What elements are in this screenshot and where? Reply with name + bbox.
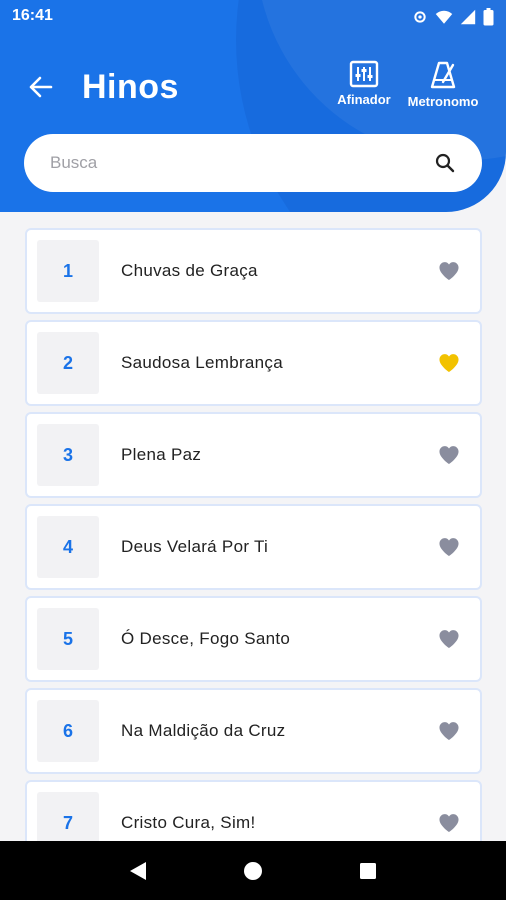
signal-icon <box>460 9 476 30</box>
hymn-title: Saudosa Lembrança <box>121 353 283 372</box>
hymn-title: Chuvas de Graça <box>121 261 258 280</box>
status-time: 16:41 <box>12 7 53 24</box>
heart-icon[interactable] <box>436 718 462 744</box>
hymn-list: 1 Chuvas de Graça 2 Saudosa Lembrança 3 … <box>25 228 482 841</box>
search-input[interactable] <box>24 134 430 192</box>
arrow-left-icon <box>29 76 53 98</box>
hymn-title: Deus Velará Por Ti <box>121 537 269 556</box>
page-title: Hinos <box>82 68 179 106</box>
wifi-icon <box>435 9 453 30</box>
hymn-row[interactable]: 5 Ó Desce, Fogo Santo <box>25 596 482 682</box>
back-button[interactable] <box>24 70 58 104</box>
home-circle-icon <box>243 861 262 880</box>
search-bar <box>24 134 482 192</box>
hymn-row[interactable]: 3 Plena Paz <box>25 412 482 498</box>
heart-icon[interactable] <box>436 810 462 836</box>
hymn-row[interactable]: 7 Cristo Cura, Sim! <box>25 780 482 841</box>
search-icon[interactable] <box>430 148 460 178</box>
tuner-button[interactable]: Afinador <box>334 60 394 107</box>
hymn-number: 7 <box>37 792 99 841</box>
hymn-number: 2 <box>37 332 99 394</box>
hymn-number: 4 <box>37 516 99 578</box>
nav-back-button[interactable] <box>118 851 158 891</box>
hymn-number: 3 <box>37 424 99 486</box>
metronome-button[interactable]: Metronomo <box>403 60 483 109</box>
hymn-row[interactable]: 2 Saudosa Lembrança <box>25 320 482 406</box>
hymn-title: Plena Paz <box>121 445 202 464</box>
hymn-row[interactable]: 1 Chuvas de Graça <box>25 228 482 314</box>
battery-icon <box>483 8 494 31</box>
back-triangle-icon <box>129 861 146 880</box>
system-nav-bar <box>0 841 506 900</box>
hymn-title: Na Maldição da Cruz <box>121 721 286 740</box>
tuner-label: Afinador <box>337 92 391 107</box>
heart-icon[interactable] <box>436 626 462 652</box>
hymn-title: Cristo Cura, Sim! <box>121 813 256 832</box>
nav-home-button[interactable] <box>233 851 273 891</box>
recents-square-icon <box>360 862 377 879</box>
hymn-number: 1 <box>37 240 99 302</box>
metronome-label: Metronomo <box>407 94 479 109</box>
hymn-number: 5 <box>37 608 99 670</box>
hymn-title: Ó Desce, Fogo Santo <box>121 629 291 648</box>
heart-icon[interactable] <box>436 442 462 468</box>
tuner-icon <box>349 60 379 88</box>
settings-icon <box>412 9 428 30</box>
hymn-row[interactable]: 4 Deus Velará Por Ti <box>25 504 482 590</box>
nav-recents-button[interactable] <box>348 851 388 891</box>
heart-icon[interactable] <box>436 534 462 560</box>
hymn-row[interactable]: 6 Na Maldição da Cruz <box>25 688 482 774</box>
heart-icon[interactable] <box>436 258 462 284</box>
hymn-number: 6 <box>37 700 99 762</box>
status-icons <box>412 8 494 31</box>
heart-icon[interactable] <box>436 350 462 376</box>
metronome-icon <box>430 61 456 89</box>
status-bar: 16:41 <box>0 0 506 32</box>
